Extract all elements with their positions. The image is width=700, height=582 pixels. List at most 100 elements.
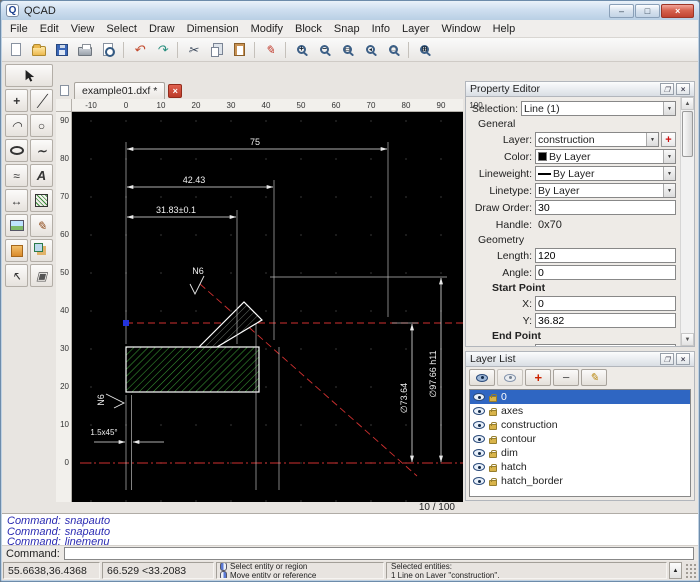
scroll-up-button[interactable] [681,97,694,110]
tool-block-button[interactable] [5,239,28,262]
length-input[interactable] [535,248,676,263]
statusbar-expand-button[interactable] [669,562,682,579]
maximize-button[interactable] [635,4,660,18]
dim-label-3183[interactable]: 31.83±0.1 [156,205,196,215]
tool-shapes-button[interactable] [30,239,53,262]
remove-layer-button[interactable] [553,369,579,386]
tool-hatch-button[interactable] [30,189,53,212]
eye-icon[interactable] [473,435,485,443]
menu-block[interactable]: Block [289,22,328,36]
tool-text-button[interactable] [30,164,53,187]
add-layer-button[interactable]: + [661,132,676,147]
start-y-input[interactable] [535,313,676,328]
eye-icon[interactable] [473,449,485,457]
cut-button[interactable] [182,39,204,60]
dim-label-chamfer[interactable]: 1.5x45° [90,428,117,437]
print-preview-button[interactable] [97,39,119,60]
titlebar[interactable]: Q QCAD [1,1,699,20]
chevron-down-icon[interactable] [663,102,675,115]
menu-help[interactable]: Help [487,22,522,36]
eye-icon[interactable] [473,421,485,429]
menu-dimension[interactable]: Dimension [181,22,245,36]
scrollbar-track[interactable] [681,110,694,333]
menu-select[interactable]: Select [100,22,143,36]
panel-float-button[interactable] [660,353,674,365]
menu-snap[interactable]: Snap [328,22,366,36]
document-tab[interactable]: example01.dxf * [74,82,165,99]
layer-row[interactable]: 0 [470,390,690,404]
edit-layer-button[interactable] [581,369,607,386]
tool-circle-button[interactable] [30,114,53,137]
dim-label-75[interactable]: 75 [250,137,260,147]
menu-window[interactable]: Window [435,22,486,36]
tool-dimension-button[interactable] [5,189,28,212]
end-x-input[interactable] [535,344,676,346]
resize-grip[interactable] [684,562,697,579]
menu-modify[interactable]: Modify [245,22,289,36]
chevron-down-icon[interactable] [663,150,675,163]
zoom-pan-button[interactable] [413,39,435,60]
angle-input[interactable] [535,265,676,280]
eye-icon[interactable] [473,407,485,415]
chevron-down-icon[interactable] [663,184,675,197]
menu-edit[interactable]: Edit [34,22,65,36]
scrollbar-thumb[interactable] [682,111,693,157]
eye-icon[interactable] [473,463,485,471]
minimize-button[interactable] [609,4,634,18]
lock-icon[interactable] [489,480,497,486]
layer-row[interactable]: dim [470,446,690,460]
property-editor-titlebar[interactable]: Property Editor [466,82,694,97]
layer-row[interactable]: construction [470,418,690,432]
layer-row[interactable]: hatch [470,460,690,474]
lock-icon[interactable] [489,396,497,402]
panel-close-button[interactable] [676,83,690,95]
selection-handle[interactable] [123,320,129,326]
chevron-down-icon[interactable] [663,167,675,180]
add-layer-button[interactable] [525,369,551,386]
dim-label-dia-inner[interactable]: ∅73.64 [399,383,409,413]
redo-button[interactable] [151,39,173,60]
chevron-down-icon[interactable] [646,133,658,146]
close-button[interactable] [661,4,694,18]
drawing-canvas[interactable]: 75 42.43 31.83±0.1 1.5x45° ∅73.64 ∅97.66… [72,112,463,502]
open-file-button[interactable] [28,39,50,60]
scroll-down-button[interactable] [681,333,694,346]
menu-view[interactable]: View [65,22,101,36]
tool-arc-button[interactable] [5,114,28,137]
menu-layer[interactable]: Layer [396,22,436,36]
zoom-in-button[interactable] [290,39,312,60]
eye-icon[interactable] [473,477,485,485]
tool-spline-button[interactable] [30,139,53,162]
menu-draw[interactable]: Draw [143,22,181,36]
draw-pencil-button[interactable] [259,39,281,60]
zoom-window-button[interactable] [382,39,404,60]
property-editor-scrollbar[interactable] [680,97,694,346]
tool-point-button[interactable] [5,89,28,112]
color-select[interactable]: By Layer [535,149,676,164]
panel-float-button[interactable] [660,83,674,95]
tab-close-button[interactable] [168,84,182,98]
lineweight-select[interactable]: By Layer [535,166,676,181]
linetype-select[interactable]: By Layer [535,183,676,198]
tool-freehand-button[interactable] [5,164,28,187]
print-button[interactable] [74,39,96,60]
lock-icon[interactable] [489,466,497,472]
dim-label-4243[interactable]: 42.43 [183,175,206,185]
save-file-button[interactable] [51,39,73,60]
layer-row[interactable]: hatch_border [470,474,690,488]
tool-select-button[interactable] [5,64,53,87]
layer-row[interactable]: contour [470,432,690,446]
panel-close-button[interactable] [676,353,690,365]
menu-info[interactable]: Info [366,22,396,36]
start-x-input[interactable] [535,296,676,311]
tool-line-button[interactable] [30,89,53,112]
hatched-section[interactable] [126,347,259,392]
command-input[interactable] [64,547,694,560]
new-file-button[interactable] [5,39,27,60]
lock-icon[interactable] [489,438,497,444]
lock-icon[interactable] [489,424,497,430]
eye-icon[interactable] [473,393,485,401]
tool-box3d-button[interactable] [30,264,53,287]
undo-button[interactable] [128,39,150,60]
tool-modify-button[interactable] [5,264,28,287]
